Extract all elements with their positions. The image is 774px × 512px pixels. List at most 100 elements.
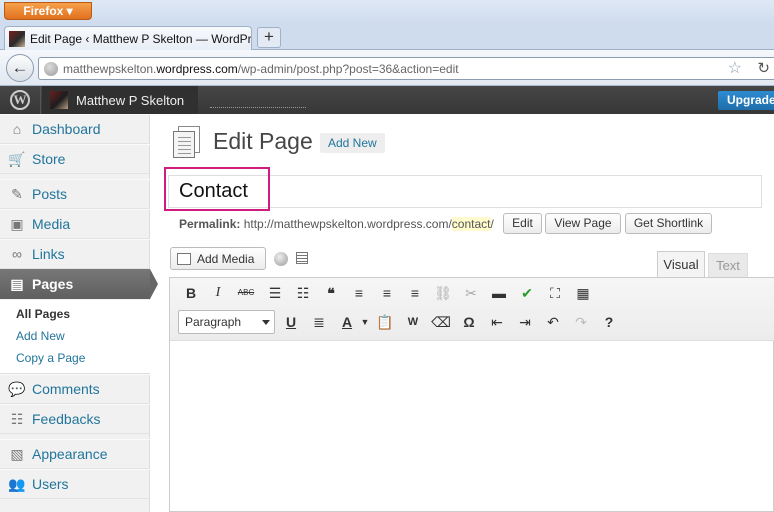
sidebar-item-dashboard[interactable]: ⌂ Dashboard xyxy=(0,114,150,144)
undo-button[interactable]: ↶ xyxy=(542,311,564,333)
pushpin-icon: ✎ xyxy=(11,186,23,202)
align-center-button[interactable]: ≡ xyxy=(376,282,398,304)
add-new-button[interactable]: Add New xyxy=(320,133,385,153)
edit-page-icon xyxy=(172,126,202,158)
edit-permalink-button[interactable]: Edit xyxy=(503,213,542,234)
insert-more-button[interactable]: ▬ xyxy=(488,282,510,304)
strikethrough-button[interactable]: ABC xyxy=(235,282,257,304)
users-icon: 👥 xyxy=(8,476,26,492)
underline-button[interactable]: U xyxy=(280,311,302,333)
admin-sidebar: ⌂ Dashboard 🛒 Store ✎ Posts ▣ Media ∞ Links ▤… xyxy=(0,114,158,512)
tab-title: Edit Page ‹ Matthew P Skelton — WordPres… xyxy=(30,31,252,46)
blockquote-button[interactable]: ❝ xyxy=(320,282,342,304)
redo-button[interactable]: ↷ xyxy=(570,311,592,333)
bullet-list-button[interactable]: ☰ xyxy=(264,282,286,304)
feedback-icon: ☷ xyxy=(10,411,24,427)
submenu-all-pages[interactable]: All Pages xyxy=(16,307,70,321)
tab-visual[interactable]: Visual xyxy=(657,251,705,277)
justify-button[interactable]: ≣ xyxy=(308,311,330,333)
globe-icon xyxy=(44,61,58,76)
sidebar-item-label: Feedbacks xyxy=(32,411,101,427)
url-bar[interactable]: matthewpskelton. wordpress.com/wp-admin/p… xyxy=(38,57,774,80)
admin-bar-placeholder xyxy=(210,107,306,108)
text-color-dropdown-icon[interactable]: ▼ xyxy=(354,311,376,333)
avatar xyxy=(50,91,68,109)
sidebar-item-label: Pages xyxy=(32,276,74,292)
sidebar-item-store[interactable]: 🛒 Store xyxy=(0,144,150,174)
add-media-button[interactable]: Add Media xyxy=(170,247,266,270)
bookmark-star-icon[interactable]: ☆ xyxy=(728,58,742,79)
sidebar-item-label: Appearance xyxy=(32,446,108,462)
permalink-slug[interactable]: contact xyxy=(451,217,491,231)
cart-icon: 🛒 xyxy=(8,151,26,167)
help-button[interactable]: ? xyxy=(598,311,620,333)
tab-text[interactable]: Text xyxy=(708,253,748,277)
sidebar-item-appearance[interactable]: ▧ Appearance xyxy=(0,439,150,469)
submenu-copy-a-page[interactable]: Copy a Page xyxy=(16,351,85,365)
new-tab-button[interactable]: + xyxy=(257,27,281,48)
clear-formatting-button[interactable]: ⌫ xyxy=(430,311,452,333)
firefox-menu-button[interactable]: Firefox ▾ xyxy=(4,2,92,20)
sidebar-item-links[interactable]: ∞ Links xyxy=(0,239,150,269)
sidebar-item-label: Dashboard xyxy=(32,121,101,137)
special-character-button[interactable]: Ω xyxy=(458,311,480,333)
admin-bar-site-link[interactable]: Matthew P Skelton xyxy=(42,86,198,114)
upgrade-button[interactable]: Upgrade xyxy=(718,91,774,110)
add-media-label: Add Media xyxy=(197,251,255,266)
add-form-icon[interactable] xyxy=(296,252,308,264)
unlink-button[interactable]: ✂ xyxy=(460,282,482,304)
sidebar-item-label: Media xyxy=(32,216,71,232)
add-media-icon xyxy=(177,252,191,265)
view-page-button[interactable]: View Page xyxy=(545,213,621,234)
site-favicon-icon xyxy=(9,30,25,47)
align-left-button[interactable]: ≡ xyxy=(348,282,370,304)
indent-button[interactable]: ⇥ xyxy=(514,311,536,333)
sidebar-item-users[interactable]: 👥 Users xyxy=(0,469,150,499)
outdent-button[interactable]: ⇤ xyxy=(486,311,508,333)
pages-icon: ▤ xyxy=(10,276,24,292)
toolbar-toggle-button[interactable]: ▦ xyxy=(572,282,594,304)
browser-tab[interactable]: Edit Page ‹ Matthew P Skelton — WordPres… xyxy=(4,26,252,50)
spellcheck-button[interactable]: ✔ xyxy=(516,282,538,304)
comment-icon: 💬 xyxy=(8,381,26,397)
sidebar-item-pages[interactable]: ▤ Pages xyxy=(0,269,158,299)
chevron-down-icon xyxy=(262,320,270,325)
italic-button[interactable]: I xyxy=(207,282,229,304)
bold-button[interactable]: B xyxy=(180,282,202,304)
admin-bar-site-name: Matthew P Skelton xyxy=(76,92,185,108)
add-poll-icon[interactable] xyxy=(274,252,288,266)
format-select[interactable]: Paragraph xyxy=(178,310,275,334)
submenu-add-new[interactable]: Add New xyxy=(16,329,65,343)
numbered-list-button[interactable]: ☷ xyxy=(292,282,314,304)
url-path: /wp-admin/post.php?post=36&action=edit xyxy=(237,61,459,76)
firefox-titlebar: Firefox ▾ xyxy=(0,0,774,24)
paste-word-button[interactable]: W xyxy=(402,311,424,333)
title-highlight-box xyxy=(164,167,270,211)
link-icon: ∞ xyxy=(12,246,22,262)
permalink-trail: / xyxy=(490,217,494,231)
dashboard-icon: ⌂ xyxy=(12,121,22,137)
appearance-icon: ▧ xyxy=(10,446,24,462)
admin-bar-divider xyxy=(40,86,41,114)
wordpress-logo-icon[interactable]: W xyxy=(10,90,30,110)
permalink-row: Permalink: http://matthewpskelton.wordpr… xyxy=(179,217,494,231)
fullscreen-button[interactable]: ⛶ xyxy=(544,282,566,304)
sidebar-item-feedbacks[interactable]: ☷ Feedbacks xyxy=(0,404,150,434)
sidebar-item-comments[interactable]: 💬 Comments xyxy=(0,374,150,404)
url-prefix: matthewpskelton. xyxy=(63,61,157,76)
sidebar-item-posts[interactable]: ✎ Posts xyxy=(0,179,150,209)
permalink-base: http://matthewpskelton.wordpress.com/ xyxy=(243,217,452,231)
pages-submenu: All Pages Add New Copy a Page xyxy=(0,300,150,374)
wp-admin-bar: W Matthew P Skelton Upgrade xyxy=(0,86,774,114)
sidebar-item-media[interactable]: ▣ Media xyxy=(0,209,150,239)
sidebar-item-label: Users xyxy=(32,476,69,492)
get-shortlink-button[interactable]: Get Shortlink xyxy=(625,213,712,234)
back-arrow-icon[interactable]: ← xyxy=(6,54,34,82)
media-icon: ▣ xyxy=(10,216,24,232)
insert-link-button[interactable]: ⛓ xyxy=(432,282,454,304)
url-domain: wordpress.com xyxy=(156,61,238,76)
align-right-button[interactable]: ≡ xyxy=(404,282,426,304)
reload-icon[interactable]: ↻ xyxy=(757,58,770,79)
paste-text-button[interactable]: 📋 xyxy=(374,311,396,333)
sidebar-item-label: Store xyxy=(32,151,66,167)
